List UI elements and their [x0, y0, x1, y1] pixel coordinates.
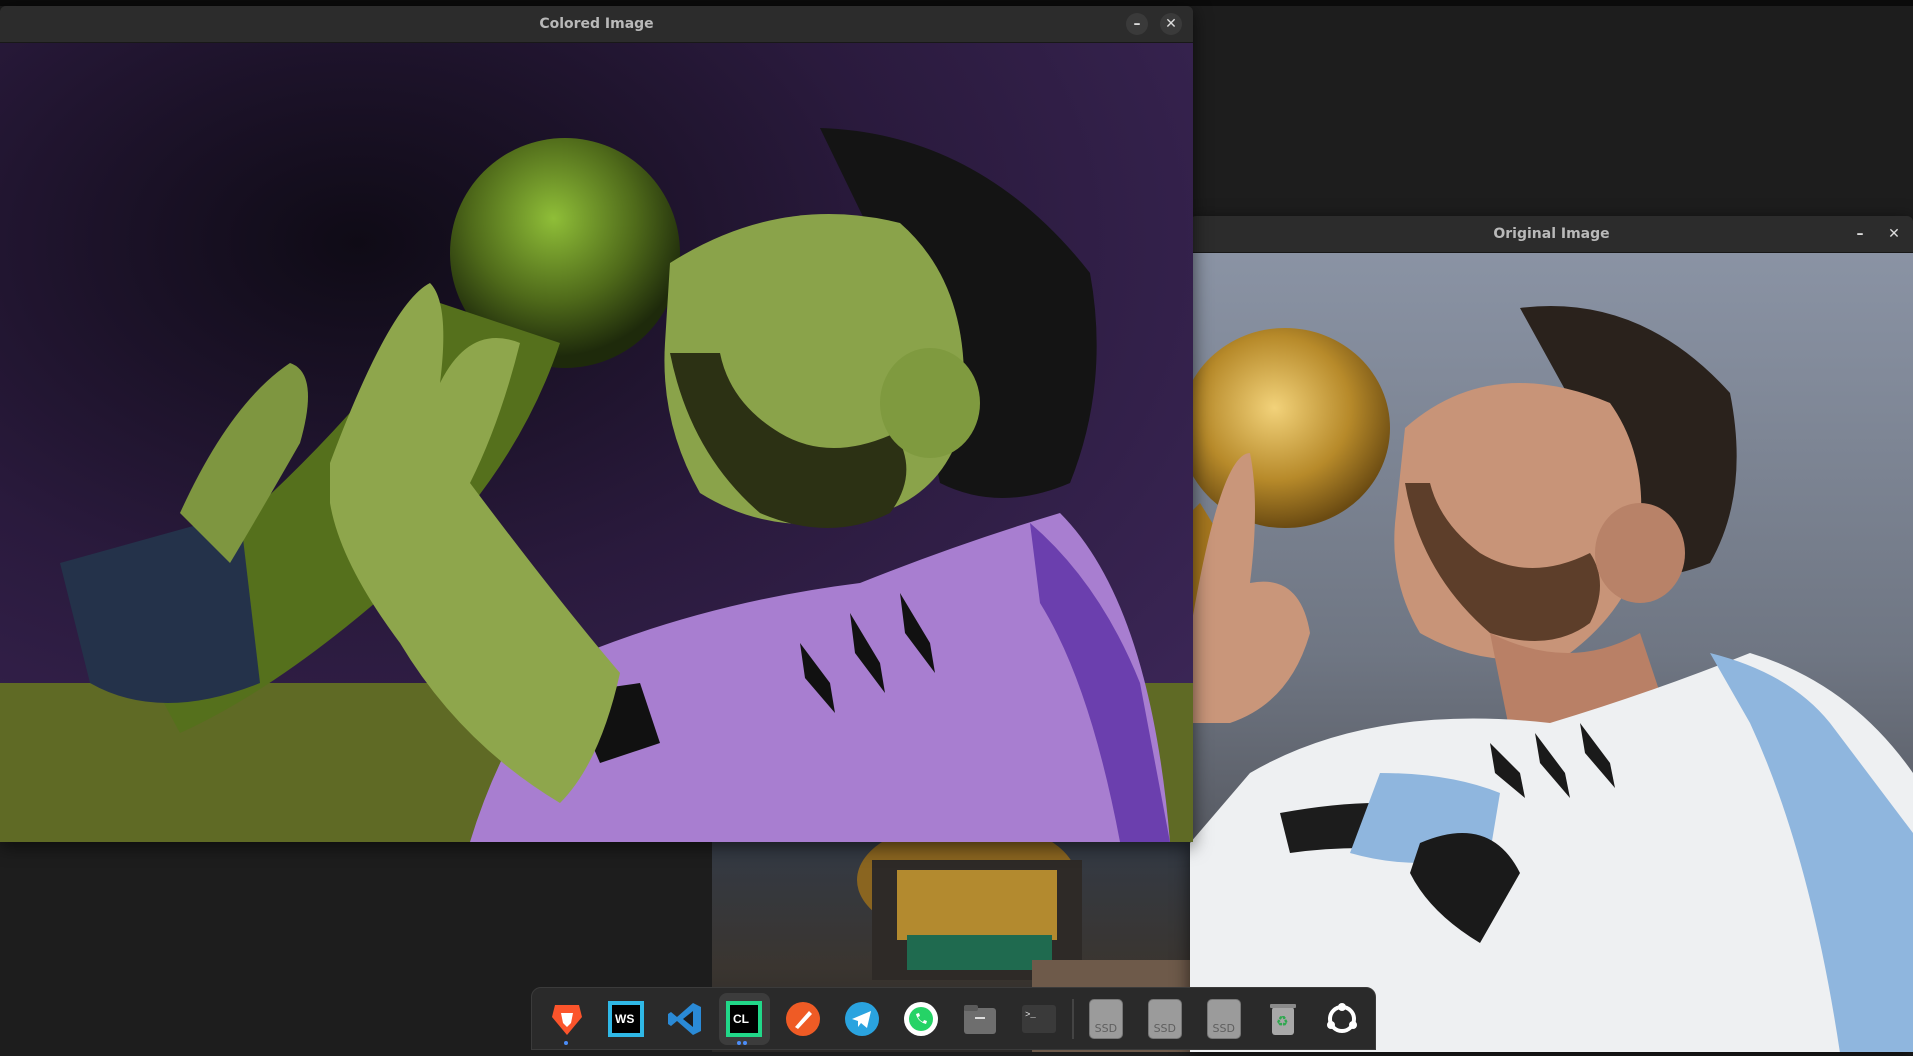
dock: WS CL >_ SSD SSD SSD ♻	[531, 987, 1376, 1050]
original-window-title: Original Image	[1493, 226, 1610, 242]
original-image-canvas	[1190, 253, 1913, 1052]
brave-browser-icon[interactable]	[542, 993, 593, 1045]
files-icon[interactable]	[955, 993, 1006, 1045]
colored-photo	[0, 43, 1193, 842]
minimize-icon[interactable]: –	[1849, 223, 1871, 245]
ubuntu-apps-icon[interactable]	[1316, 993, 1367, 1045]
telegram-icon[interactable]	[837, 993, 888, 1045]
close-icon[interactable]: ✕	[1160, 13, 1182, 35]
postman-icon[interactable]	[778, 993, 829, 1045]
dock-separator	[1072, 998, 1075, 1039]
ssd-drive-icon-2[interactable]: SSD	[1139, 993, 1190, 1045]
ssd-drive-icon-3[interactable]: SSD	[1198, 993, 1249, 1045]
clion-icon[interactable]: CL	[718, 992, 770, 1045]
svg-text:WS: WS	[615, 1012, 634, 1026]
svg-text:♻: ♻	[1276, 1014, 1289, 1030]
svg-text:>_: >_	[1025, 1010, 1036, 1020]
vscode-icon[interactable]	[660, 993, 711, 1045]
original-window-titlebar[interactable]: Original Image – ✕	[1190, 216, 1913, 253]
running-indicator	[742, 1040, 747, 1045]
colored-window-titlebar[interactable]: Colored Image – ✕	[0, 6, 1193, 43]
running-indicator	[736, 1040, 741, 1045]
colored-image-window[interactable]: Colored Image – ✕	[0, 6, 1193, 842]
trash-icon[interactable]: ♻	[1257, 993, 1308, 1045]
close-icon[interactable]: ✕	[1883, 223, 1905, 245]
whatsapp-icon[interactable]	[896, 993, 947, 1045]
ssd-drive-icon-1[interactable]: SSD	[1080, 993, 1131, 1045]
webstorm-icon[interactable]: WS	[601, 993, 652, 1045]
colored-window-title: Colored Image	[539, 16, 654, 32]
original-photo	[1190, 253, 1913, 1052]
terminal-icon[interactable]: >_	[1014, 993, 1065, 1045]
running-indicator	[564, 1040, 568, 1045]
colored-image-canvas	[0, 43, 1193, 842]
original-image-window[interactable]: Original Image – ✕	[1190, 216, 1913, 1052]
svg-text:CL: CL	[733, 1012, 749, 1026]
minimize-icon[interactable]: –	[1126, 13, 1148, 35]
